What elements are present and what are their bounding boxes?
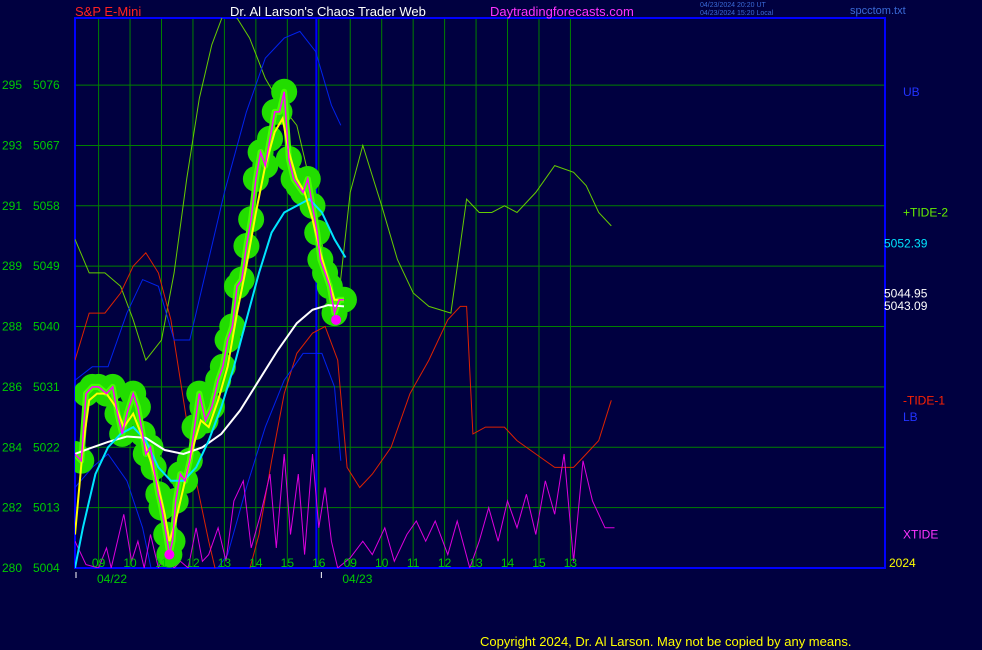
axis-labels: 280 5004 282 5013 284 5022 286 5031 288 5040 289 50… xyxy=(2,78,948,586)
date-label: 04/22 xyxy=(97,572,127,586)
y-tick-label-left: 289 xyxy=(2,259,22,273)
x-tick-label: 15 xyxy=(281,556,295,570)
y-tick-label-left: 280 xyxy=(2,561,22,575)
copyright: Copyright 2024, Dr. Al Larson. May not b… xyxy=(480,634,852,649)
y-tick-label-right: 5076 xyxy=(33,78,60,92)
x-tick-label: 14 xyxy=(501,556,515,570)
x-tick-label: 10 xyxy=(375,556,389,570)
x-tick-label: 14 xyxy=(249,556,263,570)
x-tick-label: 16 xyxy=(312,556,326,570)
y-tick-label-left: 282 xyxy=(2,501,22,515)
x-tick-label: 13 xyxy=(218,556,232,570)
series-layer xyxy=(75,18,615,568)
price-glow-core xyxy=(75,88,344,558)
y-tick-label-right: 5013 xyxy=(33,501,60,515)
symbol-title: S&P E-Mini xyxy=(75,4,142,19)
y-tick-label-left: 284 xyxy=(2,440,22,454)
x-tick-label: 09 xyxy=(344,556,358,570)
x-tick-label: 10 xyxy=(123,556,137,570)
x-tick-label: 15 xyxy=(532,556,546,570)
series-label: LB xyxy=(903,410,918,424)
y-tick-label-left: 291 xyxy=(2,199,22,213)
x-tick-label: 11 xyxy=(155,556,168,570)
y-tick-label-right: 5040 xyxy=(33,320,60,334)
y-tick-label-left: 286 xyxy=(2,380,22,394)
y-tick-label-left: 288 xyxy=(2,320,22,334)
y-tick-label-right: 5058 xyxy=(33,199,60,213)
site-link[interactable]: Daytradingforecasts.com xyxy=(490,4,634,19)
series-label: XTIDE xyxy=(903,527,938,541)
data-file-name: spcctom.txt xyxy=(850,5,906,17)
series-line-price xyxy=(75,91,344,555)
year-label: 2024 xyxy=(889,556,916,570)
x-tick-label: 13 xyxy=(564,556,578,570)
y-tick-label-left: 293 xyxy=(2,138,22,152)
x-tick-label: 13 xyxy=(469,556,483,570)
y-tick-label-right: 5004 xyxy=(33,561,60,575)
x-tick-label: 11 xyxy=(407,556,420,570)
series-label: +TIDE-2 xyxy=(903,206,948,220)
date-label: 04/23 xyxy=(342,572,372,586)
chart: 280 5004 282 5013 284 5022 286 5031 288 5040 289 50… xyxy=(2,17,948,586)
y-tick-label-right: 5067 xyxy=(33,138,60,152)
x-tick-label: 09 xyxy=(92,556,106,570)
x-tick-label: 12 xyxy=(438,556,452,570)
x-tick-label: 12 xyxy=(186,556,200,570)
series-label: -TIDE-1 xyxy=(903,393,945,407)
local-timestamp: 04/23/2024 15:20 Local xyxy=(700,10,774,17)
series-label: UB xyxy=(903,85,920,99)
utc-timestamp: 04/23/2024 20:20 UT xyxy=(700,2,766,9)
turn-marker xyxy=(331,314,342,325)
price-label: 5043.09 xyxy=(884,299,928,313)
price-label: 5052.39 xyxy=(884,236,928,250)
y-tick-label-right: 5031 xyxy=(33,380,60,394)
y-tick-label-right: 5049 xyxy=(33,259,60,273)
y-tick-label-left: 295 xyxy=(2,78,22,92)
author-title: Dr. Al Larson's Chaos Trader Web xyxy=(230,4,426,19)
y-tick-label-right: 5022 xyxy=(33,440,60,454)
